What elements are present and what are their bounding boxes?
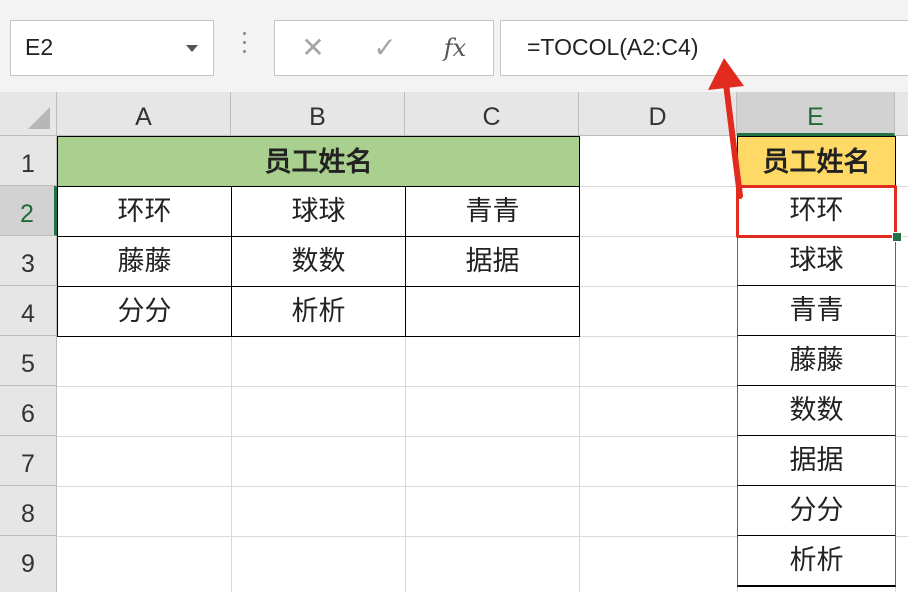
annotation-arrow xyxy=(708,58,744,199)
